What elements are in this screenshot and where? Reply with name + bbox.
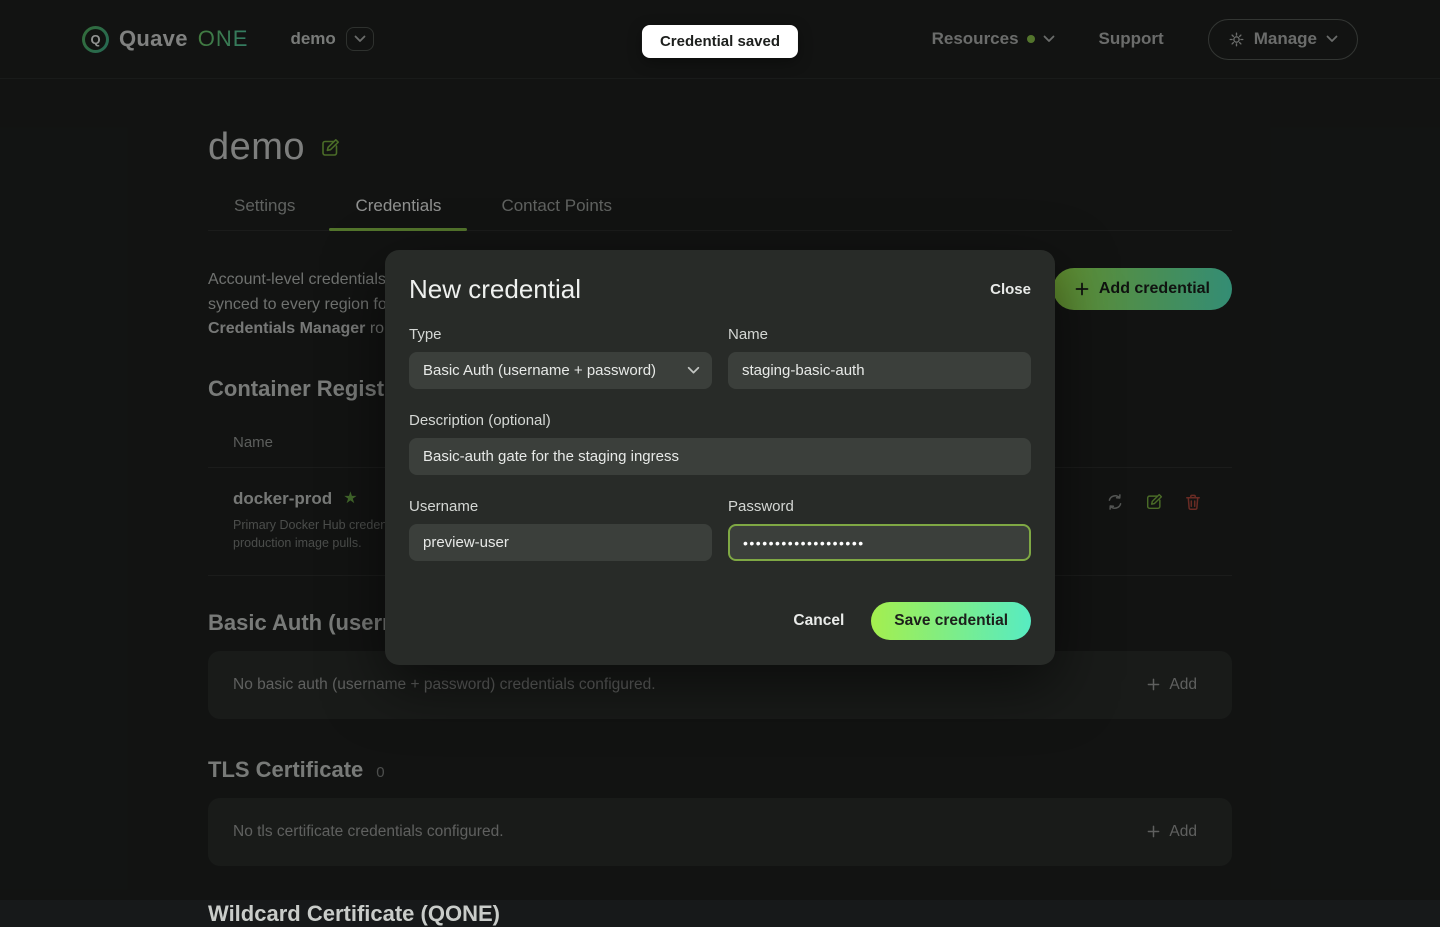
username-label: Username [409, 498, 712, 515]
chevron-down-icon [687, 366, 700, 375]
modal-title: New credential [409, 274, 581, 305]
description-input[interactable] [409, 438, 1031, 475]
close-button[interactable]: Close [990, 281, 1031, 298]
section-wildcard-certificate: Wildcard Certificate (QONE) [208, 901, 1232, 927]
save-credential-button[interactable]: Save credential [871, 602, 1031, 640]
name-label: Name [728, 326, 1031, 343]
new-credential-modal: New credential Close Type Basic Auth (us… [385, 250, 1055, 665]
type-select[interactable]: Basic Auth (username + password) [409, 352, 712, 389]
toast-notification: Credential saved [642, 25, 798, 58]
password-input[interactable] [728, 524, 1031, 561]
username-input[interactable] [409, 524, 712, 561]
name-input[interactable] [728, 352, 1031, 389]
type-label: Type [409, 326, 712, 343]
description-label: Description (optional) [409, 412, 1031, 429]
cancel-button[interactable]: Cancel [793, 612, 844, 630]
password-label: Password [728, 498, 1031, 515]
